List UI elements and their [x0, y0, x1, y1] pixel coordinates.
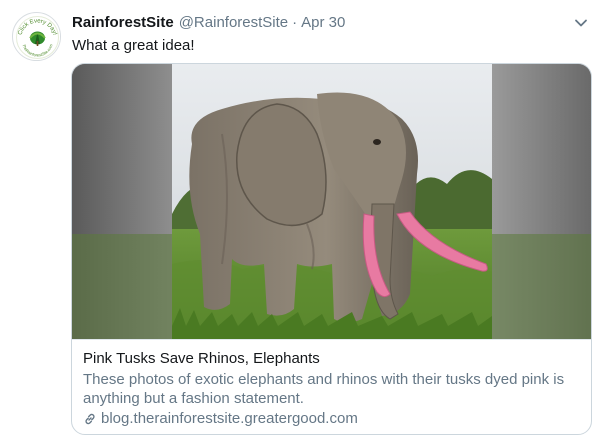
chevron-down-icon[interactable] [572, 14, 590, 32]
rainforest-site-logo-icon: Click Every Day! TheRainforestSite.com [13, 13, 60, 60]
tweet[interactable]: Click Every Day! TheRainforestSite.com R… [0, 0, 601, 438]
card-image[interactable] [72, 64, 591, 339]
link-icon [85, 413, 95, 424]
user-handle[interactable]: @RainforestSite [179, 13, 288, 33]
card-body[interactable]: Pink Tusks Save Rhinos, Elephants These … [72, 339, 591, 434]
card-domain[interactable]: blog.therainforestsite.greatergood.com [83, 409, 580, 428]
elephant-photo [72, 64, 591, 339]
card-description: These photos of exotic elephants and rhi… [83, 371, 565, 407]
avatar[interactable]: Click Every Day! TheRainforestSite.com [12, 12, 61, 61]
display-name[interactable]: RainforestSite [72, 13, 174, 33]
card-domain-text[interactable]: blog.therainforestsite.greatergood.com [101, 409, 358, 428]
card-title[interactable]: Pink Tusks Save Rhinos, Elephants [83, 349, 580, 368]
tweet-text: What a great idea! [72, 37, 195, 54]
tweet-header: RainforestSite @RainforestSite · Apr 30 [72, 13, 345, 33]
separator-dot: · [292, 14, 298, 31]
tweet-date[interactable]: Apr 30 [301, 13, 345, 33]
link-card[interactable]: Pink Tusks Save Rhinos, Elephants These … [71, 63, 592, 435]
